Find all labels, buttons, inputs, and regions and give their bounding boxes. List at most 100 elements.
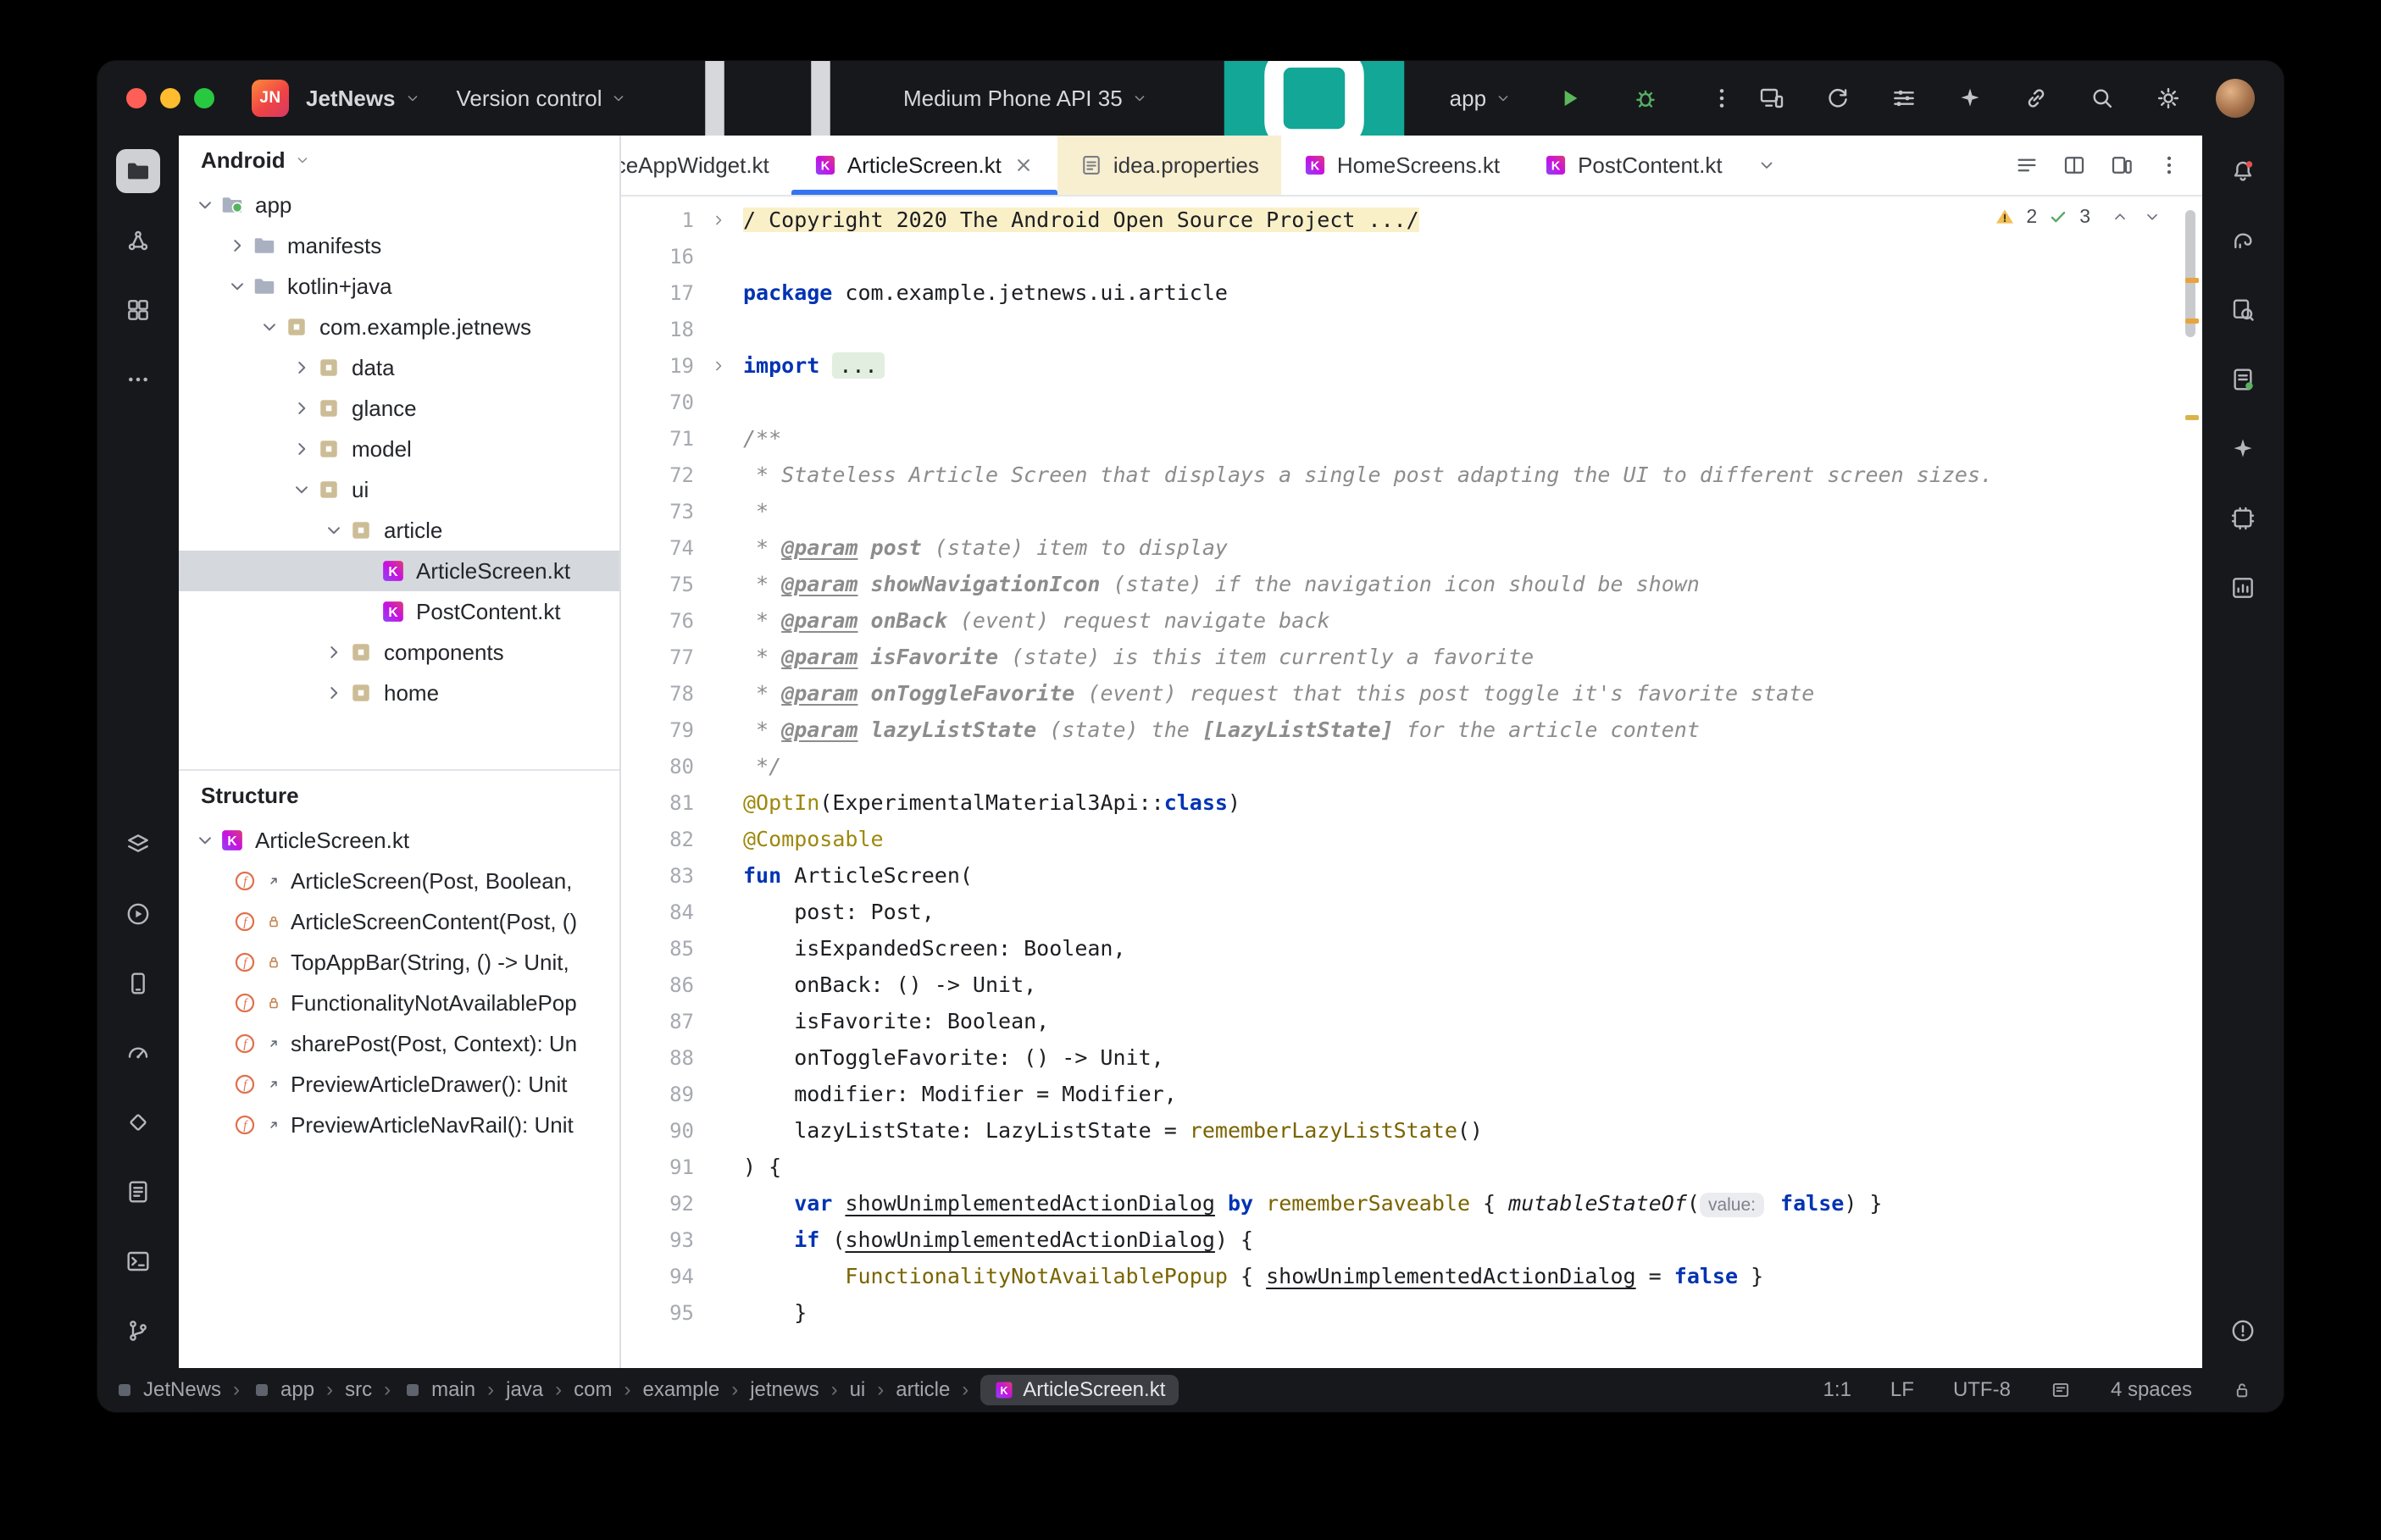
- tree-toggle-icon[interactable]: [287, 438, 316, 460]
- tree-toggle-icon[interactable]: [319, 519, 348, 541]
- line-separator[interactable]: LF: [1890, 1378, 1914, 1402]
- run-button[interactable]: [1551, 80, 1588, 117]
- settings-button[interactable]: [2150, 80, 2187, 117]
- project-tree-item-manifests[interactable]: manifests: [179, 225, 619, 266]
- code-line-89[interactable]: 89 modifier: Modifier = Modifier,: [621, 1076, 2202, 1112]
- debug-button[interactable]: [1627, 80, 1664, 117]
- app-inspection-button[interactable]: [116, 1100, 160, 1144]
- structure-item-topappbar-string-unit[interactable]: f TopAppBar(String, () -> Unit,: [179, 942, 619, 983]
- code-line-94[interactable]: 94 FunctionalityNotAvailablePopup { show…: [621, 1258, 2202, 1294]
- project-tree-item-data[interactable]: data: [179, 347, 619, 388]
- editor-tab-idea-properties[interactable]: idea.properties: [1057, 136, 1281, 195]
- code-line-72[interactable]: 72 * Stateless Article Screen that displ…: [621, 457, 2202, 493]
- code-line-18[interactable]: 18: [621, 311, 2202, 347]
- editor-tab-postcontent-kt[interactable]: K PostContent.kt: [1522, 136, 1745, 195]
- project-tree-item-kotlin-java[interactable]: kotlin+java: [179, 266, 619, 307]
- code-line-91[interactable]: 91) {: [621, 1149, 2202, 1185]
- code-line-93[interactable]: 93 if (showUnimplementedActionDialog) {: [621, 1221, 2202, 1258]
- logcat-button[interactable]: [116, 1170, 160, 1214]
- notifications-button[interactable]: [2221, 149, 2265, 193]
- project-selector[interactable]: JetNews: [306, 86, 421, 112]
- structure-item-previewarticlenavrail-unit[interactable]: f PreviewArticleNavRail(): Unit: [179, 1105, 619, 1145]
- breadcrumb-example[interactable]: example: [642, 1378, 719, 1402]
- running-devices-button[interactable]: [116, 288, 160, 332]
- code-line-88[interactable]: 88 onToggleFavorite: () -> Unit,: [621, 1039, 2202, 1076]
- breadcrumb-articlescreen-kt[interactable]: K ArticleScreen.kt: [980, 1375, 1179, 1405]
- code-line-1[interactable]: 1 / Copyright 2020 The Android Open Sourc…: [621, 202, 2202, 238]
- close-window-button[interactable]: [126, 88, 147, 108]
- project-tree-item-model[interactable]: model: [179, 429, 619, 469]
- profiler-button[interactable]: [116, 1031, 160, 1075]
- caret-position[interactable]: 1:1: [1823, 1378, 1851, 1402]
- device-mirroring-button[interactable]: [1753, 80, 1790, 117]
- code-line-78[interactable]: 78 * @param onToggleFavorite (event) req…: [621, 675, 2202, 712]
- project-tree-item-article[interactable]: article: [179, 510, 619, 551]
- project-button[interactable]: [116, 149, 160, 193]
- code-line-87[interactable]: 87 isFavorite: Boolean,: [621, 1003, 2202, 1039]
- app-quality-insights-button[interactable]: [2221, 566, 2265, 610]
- ai-assistant-button[interactable]: [1951, 80, 1989, 117]
- code-line-80[interactable]: 80 */: [621, 748, 2202, 784]
- code-line-90[interactable]: 90 lazyListState: LazyListState = rememb…: [621, 1112, 2202, 1149]
- layout-inspector-button[interactable]: [2221, 496, 2265, 540]
- code-line-75[interactable]: 75 * @param showNavigationIcon (state) i…: [621, 566, 2202, 602]
- problems-button[interactable]: [2221, 1309, 2265, 1353]
- structure-item-previewarticledrawer-unit[interactable]: f PreviewArticleDrawer(): Unit: [179, 1064, 619, 1105]
- structure-item-articlescreen-kt[interactable]: K ArticleScreen.kt: [179, 820, 619, 861]
- settings-sliders-button[interactable]: [1885, 80, 1923, 117]
- code-line-95[interactable]: 95 }: [621, 1294, 2202, 1331]
- chevron-up-icon[interactable]: [2111, 208, 2129, 226]
- split-editor-button[interactable]: [2062, 152, 2087, 178]
- tree-toggle-icon[interactable]: [319, 682, 348, 704]
- share-link-button[interactable]: [2017, 80, 2055, 117]
- code-line-83[interactable]: 83 fun ArticleScreen(: [621, 857, 2202, 894]
- tree-toggle-icon[interactable]: [287, 397, 316, 419]
- code-line-84[interactable]: 84 post: Post,: [621, 894, 2202, 930]
- readonly-toggle[interactable]: [2231, 1379, 2253, 1401]
- services-button[interactable]: [116, 892, 160, 936]
- code-line-85[interactable]: 85 isExpandedScreen: Boolean,: [621, 930, 2202, 967]
- code-line-71[interactable]: 71 /**: [621, 420, 2202, 457]
- fold-toggle-icon[interactable]: [694, 212, 743, 229]
- code-line-70[interactable]: 70: [621, 384, 2202, 420]
- editor-tab-homescreens-kt[interactable]: K HomeScreens.kt: [1281, 136, 1522, 195]
- tree-toggle-icon[interactable]: [287, 357, 316, 379]
- warning-count[interactable]: 2: [2026, 205, 2037, 228]
- fold-toggle-icon[interactable]: [694, 357, 743, 374]
- code-line-77[interactable]: 77 * @param isFavorite (state) is this i…: [621, 639, 2202, 675]
- code-line-92[interactable]: 92 var showUnimplementedActionDialog by …: [621, 1185, 2202, 1221]
- breadcrumb-main[interactable]: main: [402, 1378, 475, 1402]
- version-control-button[interactable]: [116, 1309, 160, 1353]
- breadcrumb-jetnews[interactable]: jetnews: [750, 1378, 819, 1402]
- editor-tab-articlescreen-kt[interactable]: K ArticleScreen.kt: [791, 136, 1057, 195]
- project-tree-item-com-example-jetnews[interactable]: com.example.jetnews: [179, 307, 619, 347]
- project-tree-item-ui[interactable]: ui: [179, 469, 619, 510]
- passed-count[interactable]: 3: [2079, 205, 2090, 228]
- breadcrumb-article[interactable]: article: [896, 1378, 950, 1402]
- file-encoding[interactable]: UTF-8: [1953, 1378, 2011, 1402]
- search-button[interactable]: [2084, 80, 2121, 117]
- build-variants-button[interactable]: [116, 823, 160, 867]
- project-tree-item-glance[interactable]: glance: [179, 388, 619, 429]
- tree-toggle-icon[interactable]: [223, 275, 252, 297]
- code-line-73[interactable]: 73 *: [621, 493, 2202, 529]
- code-line-19[interactable]: 19 import ...: [621, 347, 2202, 384]
- breadcrumb-ui[interactable]: ui: [850, 1378, 866, 1402]
- code-line-17[interactable]: 17 package com.example.jetnews.ui.article: [621, 274, 2202, 311]
- tree-toggle-icon[interactable]: [191, 829, 219, 851]
- device-explorer-button[interactable]: [2221, 288, 2265, 332]
- project-tree-item-components[interactable]: components: [179, 632, 619, 673]
- more-tool-windows-button[interactable]: [116, 357, 160, 402]
- structure-item-sharepost-post-context-un[interactable]: f sharePost(Post, Context): Un: [179, 1023, 619, 1064]
- close-icon[interactable]: [1012, 153, 1035, 177]
- structure-item-articlescreencontent-post[interactable]: f ArticleScreenContent(Post, (): [179, 901, 619, 942]
- device-manager-button[interactable]: [116, 961, 160, 1005]
- device-file-explorer-button[interactable]: [2221, 357, 2265, 402]
- project-tree-item-articlescreen-kt[interactable]: K ArticleScreen.kt: [179, 551, 619, 591]
- inspection-widget[interactable]: 23: [1994, 205, 2162, 228]
- device-preview-button[interactable]: [2109, 152, 2134, 178]
- minimize-window-button[interactable]: [160, 88, 180, 108]
- breadcrumb-java[interactable]: java: [506, 1378, 543, 1402]
- resource-manager-button[interactable]: [116, 219, 160, 263]
- project-tree-item-home[interactable]: home: [179, 673, 619, 713]
